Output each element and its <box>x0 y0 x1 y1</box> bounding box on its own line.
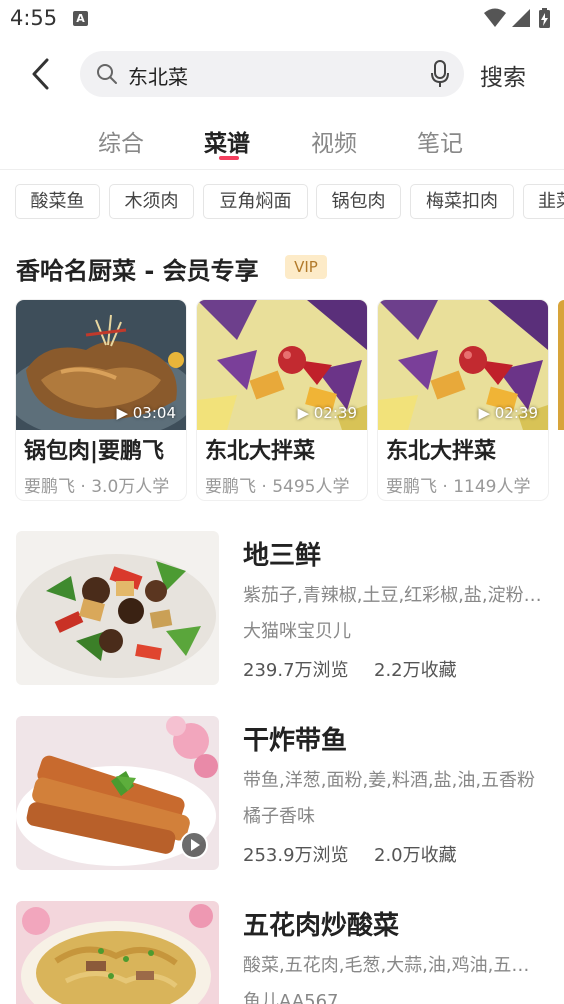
tab-all[interactable]: 综合 <box>98 124 144 158</box>
recipe-thumbnail <box>16 901 219 1004</box>
chevron-left-icon <box>32 58 49 90</box>
recipe-ingredients: 紫茄子,青辣椒,土豆,红彩椒,盐,淀粉,蚝油 <box>243 585 543 606</box>
video-duration: ▶ 02:39 <box>478 404 538 422</box>
search-value[interactable]: 东北菜 <box>128 61 188 90</box>
recipe-ingredients: 酸菜,五花肉,毛葱,大蒜,油,鸡油,五香粉 <box>243 955 543 976</box>
chip[interactable]: 梅菜扣肉 <box>410 184 514 219</box>
recipe-title: 五花肉炒酸菜 <box>243 911 400 941</box>
video-duration: ▶ 03:04 <box>116 404 176 422</box>
vip-card-title: 东北大拌菜 <box>205 439 316 464</box>
section-title: 香哈名厨菜 - 会员专享 <box>16 257 259 285</box>
vip-card[interactable]: ▶ 02:39 东北大拌菜 要鹏飞 · 1149人学 <box>378 300 548 500</box>
recipe-views: 253.9万浏览 <box>243 845 349 866</box>
recipe-thumbnail <box>16 531 219 685</box>
status-icons <box>482 7 552 35</box>
recipe-author: 大猫咪宝贝儿 <box>243 621 351 642</box>
vip-card-meta: 要鹏飞 · 5495人学 <box>205 477 350 497</box>
recipe-title: 干炸带鱼 <box>243 726 348 756</box>
vip-card-meta: 要鹏飞 · 3.0万人学 <box>24 477 170 497</box>
recipe-item[interactable]: 干炸带鱼 带鱼,洋葱,面粉,姜,料酒,盐,油,五香粉 橘子香味 253.9万浏览… <box>16 716 564 872</box>
chip[interactable]: 韭菜 <box>523 184 564 219</box>
recipe-views: 239.7万浏览 <box>243 660 349 681</box>
active-tab-indicator <box>219 156 239 160</box>
recipe-author: 橘子香味 <box>243 806 315 827</box>
chip[interactable]: 豆角焖面 <box>203 184 308 219</box>
tab-bar: 综合 菜谱 视频 笔记 <box>0 118 564 170</box>
suggestion-chips: 酸菜鱼 木须肉 豆角焖面 锅包肉 梅菜扣肉 韭菜 <box>15 184 564 220</box>
play-icon <box>179 830 209 864</box>
vip-card-title: 东北大拌菜 <box>386 439 497 464</box>
wifi-icon <box>484 8 506 27</box>
search-button[interactable]: 搜索 <box>480 58 526 92</box>
vip-card[interactable]: ▶ 02:39 东北大拌菜 要鹏飞 · 5495人学 <box>197 300 367 500</box>
back-button[interactable] <box>20 52 60 96</box>
tab-videos[interactable]: 视频 <box>311 124 357 158</box>
tab-notes[interactable]: 笔记 <box>417 124 463 158</box>
search-input[interactable]: 东北菜 <box>80 51 464 97</box>
video-duration: ▶ 02:39 <box>297 404 357 422</box>
recipe-item[interactable]: 五花肉炒酸菜 酸菜,五花肉,毛葱,大蒜,油,鸡油,五香粉 鱼儿AA567 <box>16 901 564 1004</box>
vip-card-meta: 要鹏飞 · 1149人学 <box>386 477 531 497</box>
mic-icon[interactable] <box>430 60 450 92</box>
vip-badge: VIP <box>285 255 327 279</box>
tab-recipes[interactable]: 菜谱 <box>204 124 250 158</box>
status-time: 4:55 <box>10 6 58 30</box>
a-icon: A <box>73 11 88 26</box>
recipe-favorites: 2.0万收藏 <box>374 845 457 866</box>
search-icon <box>96 63 118 89</box>
battery-charging-icon <box>539 8 550 28</box>
recipe-item[interactable]: 地三鲜 紫茄子,青辣椒,土豆,红彩椒,盐,淀粉,蚝油 大猫咪宝贝儿 239.7万… <box>16 531 564 687</box>
recipe-author: 鱼儿AA567 <box>243 991 339 1004</box>
chip[interactable]: 木须肉 <box>109 184 194 219</box>
vip-card[interactable]: ▶ 03:04 锅包肉|要鹏飞 要鹏飞 · 3.0万人学 <box>16 300 186 500</box>
chip[interactable]: 锅包肉 <box>316 184 401 219</box>
recipe-favorites: 2.2万收藏 <box>374 660 457 681</box>
recipe-ingredients: 带鱼,洋葱,面粉,姜,料酒,盐,油,五香粉 <box>243 770 536 791</box>
chip[interactable]: 酸菜鱼 <box>15 184 100 219</box>
vip-card-peek[interactable] <box>558 300 564 430</box>
signal-icon <box>512 9 530 27</box>
vip-card-title: 锅包肉|要鹏飞 <box>24 439 165 464</box>
status-bar: 4:55 A <box>0 0 564 38</box>
recipe-title: 地三鲜 <box>243 541 322 571</box>
